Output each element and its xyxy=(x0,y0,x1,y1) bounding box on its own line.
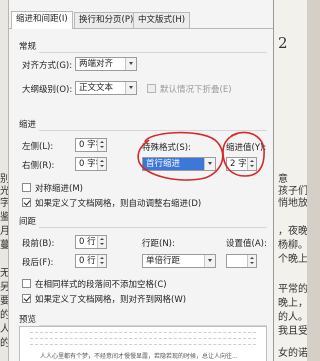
auto-adjust-right-indent-label: 如果定义了文档网格，则自动调整右缩进(D) xyxy=(35,199,202,209)
spacing-section-title: 间距 xyxy=(19,217,37,227)
preview-placeholder-line xyxy=(30,344,256,345)
section-divider xyxy=(39,227,267,228)
bg-text-fragment: 平常的 xyxy=(278,284,307,295)
bg-text-fragment: 的人。 xyxy=(278,312,307,323)
right-indent-label: 右侧(R): xyxy=(22,161,55,171)
alignment-value: 两端对齐 xyxy=(79,59,114,69)
section-divider xyxy=(39,130,267,131)
chevron-down-icon xyxy=(250,262,254,264)
outline-level-label: 大纲级别(O): xyxy=(22,85,73,95)
chevron-down-icon xyxy=(204,255,215,267)
collapse-label: 默认情况下折叠(E) xyxy=(160,85,232,95)
indent-section-title: 缩进 xyxy=(19,120,37,130)
tab-chinese-typography[interactable]: 中文版式(H) xyxy=(133,12,191,28)
mirror-indent-checkbox[interactable] xyxy=(22,183,31,192)
bg-text-fragment: ，夜晚 xyxy=(278,226,307,237)
preview-sample-text: 人人心里都有个梦，不经意间才慢慢显露，若隐若现的时候，总让人向往... xyxy=(40,353,238,360)
auto-adjust-right-indent-checkbox[interactable] xyxy=(22,198,31,207)
bg-text-fragment: 的 xyxy=(0,338,9,349)
space-before-spinner[interactable]: 0 行 xyxy=(75,235,107,249)
chevron-down-icon xyxy=(125,58,136,70)
alignment-select[interactable]: 两端对齐 xyxy=(75,57,137,71)
outline-level-value: 正文文本 xyxy=(79,83,114,93)
special-indent-select[interactable]: 首行缩进 xyxy=(142,157,216,171)
chevron-down-icon xyxy=(125,82,136,94)
preview-section-title: 预览 xyxy=(19,315,37,325)
bg-text-fragment: 女的诺 xyxy=(278,348,307,359)
spacing-at-spinner[interactable] xyxy=(226,254,257,268)
indent-by-spinner[interactable]: 2 字符 xyxy=(226,157,257,171)
preview-placeholder-line xyxy=(30,338,256,339)
space-after-label: 段后(F): xyxy=(22,258,54,268)
chevron-down-icon xyxy=(100,243,104,245)
bg-text-fragment: 鉴 xyxy=(0,212,9,223)
tab-line-page-breaks[interactable]: 换行和分页(P) xyxy=(74,12,139,28)
chevron-down-icon xyxy=(204,158,215,170)
chevron-up-icon xyxy=(100,256,104,259)
left-indent-spinner[interactable]: 0 字符 xyxy=(75,138,107,152)
left-indent-label: 左侧(L): xyxy=(22,142,54,152)
right-indent-spinner[interactable]: 0 字符 xyxy=(75,157,107,171)
spin-buttons[interactable] xyxy=(97,255,106,267)
bg-text-fragment: 我且受 xyxy=(278,326,307,337)
paragraph-dialog: 缩进和间距(I) 换行和分页(P) 中文版式(H) 常规 对齐方式(G): 两端… xyxy=(9,0,274,361)
section-divider xyxy=(39,52,267,53)
no-space-same-style-checkbox[interactable] xyxy=(22,279,31,288)
bg-text-fragment: 蔓 xyxy=(0,240,9,251)
spin-buttons[interactable] xyxy=(97,139,106,151)
spin-buttons[interactable] xyxy=(97,236,106,248)
bg-text-fragment: 2 xyxy=(278,34,288,52)
general-section-title: 常规 xyxy=(19,42,37,52)
bg-text-fragment: 人 xyxy=(0,324,9,335)
line-spacing-label: 行距(N): xyxy=(142,239,175,249)
chevron-down-icon xyxy=(250,165,254,167)
chevron-down-icon xyxy=(100,146,104,148)
bg-text-fragment: 个晚上 xyxy=(278,254,307,265)
special-indent-value: 首行缩进 xyxy=(146,159,181,169)
chevron-up-icon xyxy=(250,256,254,259)
space-after-value: 0 行 xyxy=(79,256,96,266)
bg-text-fragment: 杨柳。 xyxy=(278,240,307,251)
space-after-spinner[interactable]: 0 行 xyxy=(75,254,107,268)
spin-buttons[interactable] xyxy=(247,158,256,170)
background-document-left: 别 光 字 鉴 月 蔓 无 另 要 的 人 的 xyxy=(0,0,9,361)
annotation-overlay xyxy=(137,131,265,181)
line-spacing-value: 单倍行距 xyxy=(146,256,181,266)
preview-placeholder-line xyxy=(30,332,256,333)
space-before-value: 0 行 xyxy=(79,237,96,247)
tab-indent-spacing[interactable]: 缩进和间距(I) xyxy=(11,11,73,29)
mirror-indent-label: 对称缩进(M) xyxy=(35,184,83,194)
chevron-down-icon xyxy=(100,262,104,264)
chevron-up-icon xyxy=(100,159,104,162)
indent-by-label: 缩进值(Y): xyxy=(226,143,267,153)
bg-text-fragment: 的 xyxy=(0,310,9,321)
chevron-up-icon xyxy=(250,159,254,162)
spacing-at-label: 设置值(A): xyxy=(226,239,267,249)
chevron-up-icon xyxy=(100,140,104,143)
spin-buttons[interactable] xyxy=(247,255,256,267)
no-space-same-style-label: 在相同样式的段落间不添加空格(C) xyxy=(35,280,167,290)
preview-box: 人人心里都有个梦，不经意间才慢慢显露，若隐若现的时候，总让人向往... xyxy=(19,326,267,361)
bg-text-fragment: 字 xyxy=(0,198,9,209)
outline-level-select[interactable]: 正文文本 xyxy=(75,81,137,95)
chevron-down-icon xyxy=(100,165,104,167)
chevron-up-icon xyxy=(100,237,104,240)
snap-to-grid-checkbox[interactable] xyxy=(22,294,31,303)
bg-text-fragment: 另 xyxy=(0,282,9,293)
special-indent-label: 特殊格式(S): xyxy=(142,143,191,153)
line-spacing-select[interactable]: 单倍行距 xyxy=(142,254,216,268)
alignment-label: 对齐方式(G): xyxy=(22,61,73,71)
collapse-checkbox[interactable] xyxy=(147,84,156,93)
bg-text-fragment: 无 xyxy=(0,268,9,279)
snap-to-grid-label: 如果定义了文档网格，则对齐到网格(W) xyxy=(35,295,187,305)
spin-buttons[interactable] xyxy=(97,158,106,170)
bg-text-fragment: 要 xyxy=(0,296,9,307)
background-document-right: 2 意 孩子们 悄地放 ，夜晚 杨柳。 个晚上 平常的 晚上， 的人。 我且受 … xyxy=(274,0,307,361)
bg-text-fragment: 悄地放 xyxy=(278,198,307,209)
tab-bar: 缩进和间距(I) 换行和分页(P) 中文版式(H) xyxy=(9,11,273,29)
bg-text-fragment: 月 xyxy=(0,226,9,237)
bg-text-fragment: 晚上， xyxy=(278,298,307,309)
space-before-label: 段前(B): xyxy=(22,239,55,249)
